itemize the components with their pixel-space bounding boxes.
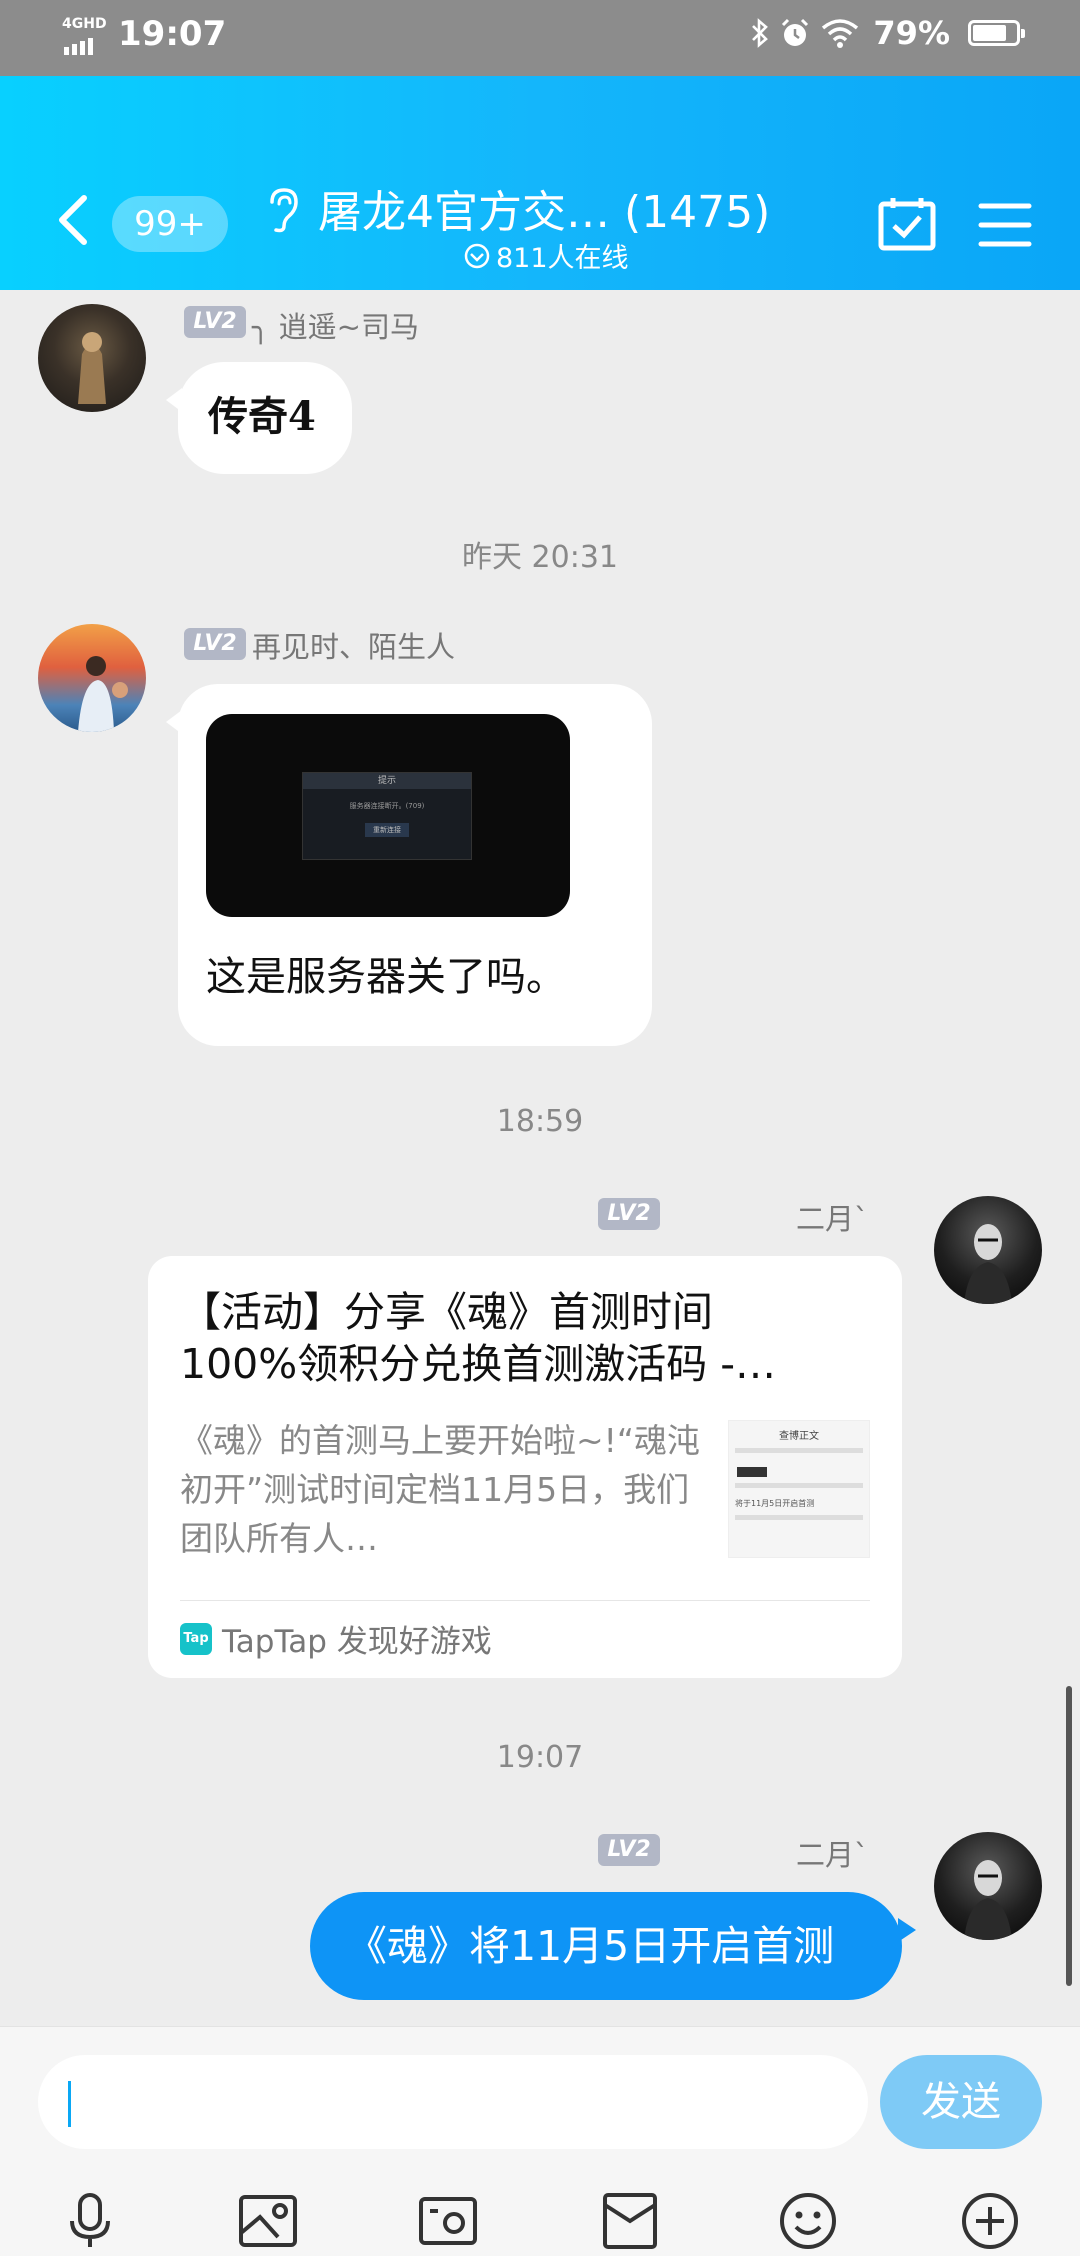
thumbnail-title: 查博正文	[779, 1431, 819, 1442]
image-attachment[interactable]: 提示 服务器连接断开。(709) 重新连接	[206, 714, 570, 917]
group-title[interactable]: 屠龙4官方交… (1475)	[318, 176, 770, 240]
menu-icon[interactable]	[978, 202, 1032, 248]
card-title-line: 100%领积分兑换首测激活码 -…	[180, 1340, 777, 1388]
emoji-icon[interactable]	[778, 2191, 838, 2251]
timestamp: 昨天 20:31	[462, 540, 618, 575]
send-button[interactable]: 发送	[880, 2055, 1042, 2149]
scrollbar[interactable]	[1066, 1686, 1072, 1986]
timestamp: 19:07	[496, 1740, 584, 1775]
card-thumbnail: 查博正文 将于11月5日开启首测	[728, 1420, 870, 1558]
plus-icon[interactable]	[960, 2191, 1020, 2251]
timestamp: 18:59	[496, 1104, 584, 1139]
avatar[interactable]	[934, 1196, 1042, 1304]
folder-icon[interactable]	[600, 2191, 660, 2251]
message-input[interactable]	[38, 2055, 868, 2149]
back-icon[interactable]	[50, 192, 100, 248]
message-text: 《魂》将11月5日开启首测	[346, 1922, 835, 1970]
alarm-icon	[782, 18, 809, 46]
card-source: Tap TapTap 发现好游戏	[180, 1616, 492, 1661]
card-divider	[180, 1600, 870, 1601]
bluetooth-icon	[752, 18, 769, 48]
message-bubble-own[interactable]: 《魂》将11月5日开启首测	[310, 1892, 916, 2000]
message-bubble[interactable]: 传奇4	[166, 362, 352, 474]
image-icon[interactable]	[238, 2191, 298, 2251]
composer: 发送	[0, 2026, 1080, 2256]
avatar[interactable]	[38, 624, 146, 732]
ear-icon[interactable]	[264, 186, 302, 234]
card-description: 《魂》的首测马上要开始啦~!“魂沌初开”测试时间定档11月5日，我们团队所有人…	[180, 1421, 700, 1558]
level-badge: LV2	[598, 1198, 660, 1230]
online-count-label: 811人在线	[496, 243, 629, 274]
card-source-label: TapTap 发现好游戏	[222, 1624, 492, 1660]
battery-percent: 79%	[873, 14, 950, 52]
unread-badge[interactable]: 99+	[112, 196, 228, 252]
message-text: 这是服务器关了吗。	[206, 954, 566, 1000]
avatar[interactable]	[38, 304, 146, 412]
chat-header: 99+ 屠龙4官方交… (1475) 811人在线	[0, 76, 1080, 290]
level-badge: LV2	[598, 1834, 660, 1866]
link-card[interactable]: 【活动】分享《魂》首测时间 100%领积分兑换首测激活码 -… 《魂》的首测马上…	[148, 1256, 902, 1678]
status-bar: 4GHD 19:07 79%	[0, 0, 1080, 76]
network-type: 4GHD	[62, 16, 107, 32]
signal-icon: 4GHD	[62, 16, 108, 58]
text-caret	[68, 2081, 71, 2127]
message-text: 传奇4	[208, 393, 316, 440]
sender-name[interactable]: 再见时、陌生人	[252, 624, 455, 666]
card-title-line: 【活动】分享《魂》首测时间	[180, 1288, 713, 1336]
camera-icon[interactable]	[418, 2191, 478, 2251]
online-icon	[464, 243, 490, 268]
online-count: 811人在线	[464, 236, 629, 275]
level-badge: LV2	[184, 306, 246, 338]
battery-icon	[968, 20, 1025, 46]
status-time: 19:07	[118, 14, 227, 54]
level-badge: LV2	[184, 628, 246, 660]
avatar[interactable]	[934, 1832, 1042, 1940]
sender-name[interactable]: 二月ˋ	[796, 1832, 869, 1874]
mic-icon[interactable]	[60, 2191, 120, 2251]
taptap-logo: Tap	[180, 1622, 212, 1655]
sender-name[interactable]: 二月ˋ	[796, 1196, 869, 1238]
card-title: 【活动】分享《魂》首测时间 100%领积分兑换首测激活码 -…	[180, 1286, 870, 1390]
dialog-button: 重新连接	[365, 823, 409, 837]
sender-name[interactable]: ╮ 逍遥~司马	[252, 304, 419, 346]
dialog-title: 提示	[303, 773, 471, 789]
wifi-icon	[822, 19, 859, 48]
dialog-preview: 提示 服务器连接断开。(709) 重新连接	[302, 772, 472, 860]
thumbnail-text: 将于11月5日开启首测	[735, 1499, 815, 1508]
calendar-check-icon[interactable]	[878, 196, 936, 252]
dialog-body: 服务器连接断开。(709)	[349, 802, 425, 810]
